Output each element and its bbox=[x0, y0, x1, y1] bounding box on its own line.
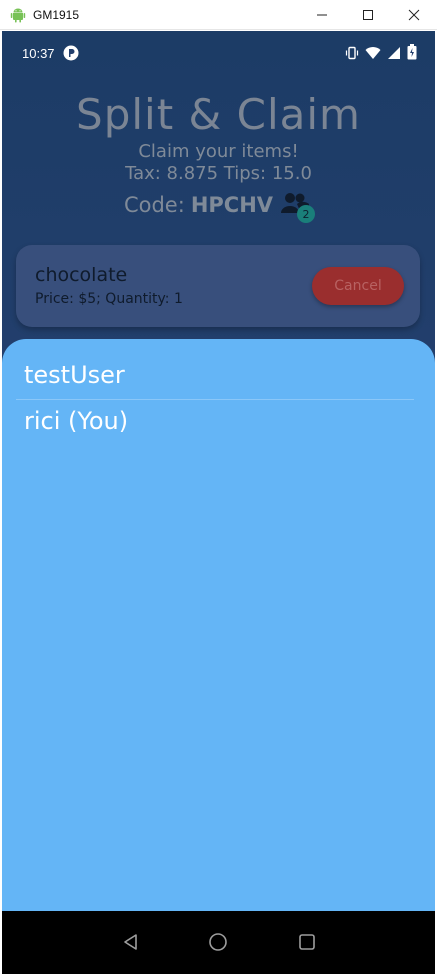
android-icon bbox=[9, 6, 27, 24]
cancel-button[interactable]: Cancel bbox=[312, 267, 404, 305]
window-title: GM1915 bbox=[33, 7, 80, 22]
claimed-item-card: chocolate Price: $5; Quantity: 1 Cancel bbox=[16, 245, 420, 327]
status-icons bbox=[345, 44, 417, 64]
item-detail: Price: $5; Quantity: 1 bbox=[35, 291, 183, 307]
phone-screen: 10:37 Split & Claim Claim your items! Ta… bbox=[2, 31, 435, 974]
navigation-bar bbox=[2, 911, 435, 974]
tax-tips-label: Tax: 8.875 Tips: 15.0 bbox=[125, 163, 312, 184]
notification-icon bbox=[63, 45, 79, 61]
minimize-icon[interactable] bbox=[299, 0, 345, 30]
users-bottom-sheet: testUser rici (You) bbox=[2, 339, 435, 911]
window-controls bbox=[299, 0, 437, 30]
participant-count-badge: 2 bbox=[297, 205, 316, 223]
status-bar: 10:37 bbox=[2, 31, 435, 75]
header: Split & Claim Claim your items! Tax: 8.8… bbox=[2, 89, 435, 185]
back-icon[interactable] bbox=[120, 931, 142, 953]
home-icon[interactable] bbox=[207, 931, 229, 953]
participants-button[interactable]: 2 bbox=[281, 191, 316, 223]
page-title: Split & Claim bbox=[76, 90, 361, 139]
close-icon[interactable] bbox=[391, 0, 437, 30]
status-time: 10:37 bbox=[22, 45, 55, 61]
user-list-item[interactable]: rici (You) bbox=[24, 407, 128, 435]
recents-icon[interactable] bbox=[296, 931, 318, 953]
battery-icon bbox=[407, 44, 417, 64]
code-label: Code: bbox=[123, 193, 185, 217]
wifi-icon bbox=[365, 45, 381, 64]
vibrate-icon bbox=[345, 45, 359, 64]
window-titlebar: GM1915 bbox=[0, 0, 437, 30]
user-list-item[interactable]: testUser bbox=[24, 361, 125, 389]
maximize-icon[interactable] bbox=[345, 0, 391, 30]
page-subtitle: Claim your items! bbox=[138, 141, 299, 162]
signal-icon bbox=[387, 45, 401, 64]
emulator-window: GM1915 10:37 Split & Claim Claim your it… bbox=[0, 0, 437, 976]
code-value: HPCHV bbox=[190, 193, 274, 217]
list-divider bbox=[16, 399, 414, 400]
session-code-row: Code: HPCHV 2 bbox=[2, 191, 435, 223]
item-name: chocolate bbox=[35, 264, 128, 286]
